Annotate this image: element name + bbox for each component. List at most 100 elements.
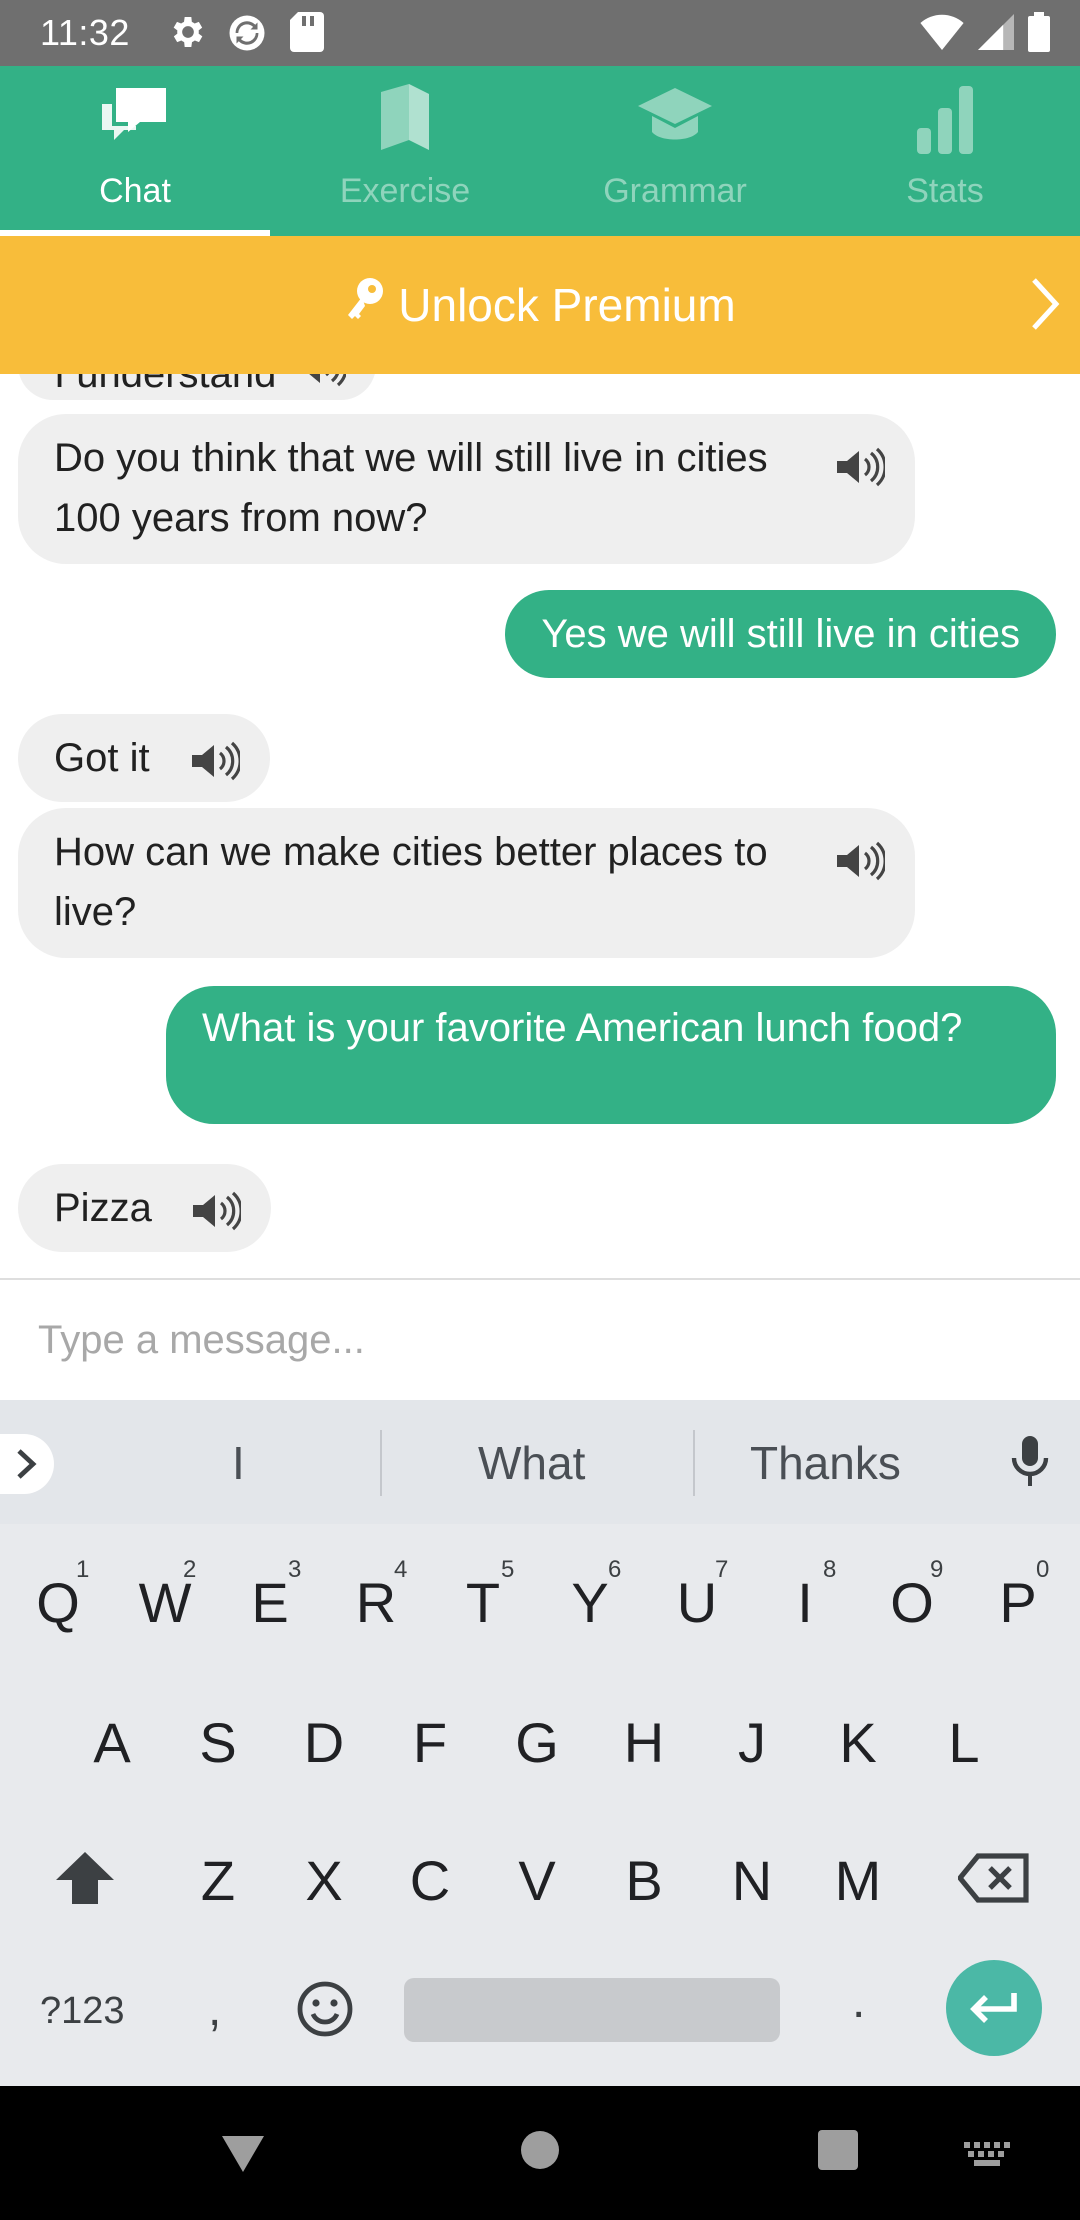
space-bar[interactable] (404, 1978, 780, 2042)
key-hint: 0 (1036, 1556, 1050, 1583)
period-key[interactable]: . (852, 1974, 865, 2029)
key-x[interactable]: X (284, 1848, 364, 1913)
key-hint: 5 (501, 1556, 515, 1583)
key-t[interactable]: T5 (443, 1556, 523, 1635)
speaker-icon[interactable] (835, 444, 887, 504)
tab-label: Stats (906, 172, 984, 210)
key-c[interactable]: C (390, 1848, 470, 1913)
key-y[interactable]: Y6 (550, 1556, 630, 1635)
key-hint: 4 (394, 1556, 408, 1583)
expand-toolbar-button[interactable] (0, 1434, 54, 1494)
key-a[interactable]: A (72, 1710, 152, 1775)
key-d[interactable]: D (284, 1710, 364, 1775)
key-z[interactable]: Z (178, 1848, 258, 1913)
signal-icon (978, 14, 1014, 55)
key-hint: 3 (288, 1556, 302, 1583)
key-n[interactable]: N (712, 1848, 792, 1913)
symbols-key[interactable]: ?123 (40, 1990, 125, 2033)
chat-message-bot: How can we make cities better places to … (18, 808, 915, 958)
speaker-icon[interactable] (190, 738, 242, 798)
key-p[interactable]: P0 (978, 1556, 1058, 1635)
back-icon[interactable] (220, 2130, 266, 2181)
key-m[interactable]: M (818, 1848, 898, 1913)
tab-label: Chat (99, 172, 171, 210)
settings-gear-icon (168, 12, 208, 57)
key-o[interactable]: O9 (872, 1556, 952, 1635)
home-icon[interactable] (520, 2130, 560, 2175)
key-hint: 8 (823, 1556, 837, 1583)
key-k[interactable]: K (818, 1710, 898, 1775)
key-s[interactable]: S (178, 1710, 258, 1775)
key-f[interactable]: F (390, 1710, 470, 1775)
keyboard-switch-icon[interactable] (964, 2142, 1010, 2171)
key-r[interactable]: R4 (336, 1556, 416, 1635)
chevron-right-icon (17, 1449, 37, 1479)
emoji-icon[interactable] (296, 1980, 354, 2043)
key-hint: 2 (183, 1556, 197, 1583)
tab-exercise[interactable]: Exercise (270, 66, 540, 236)
key-g[interactable]: G (497, 1710, 577, 1775)
premium-label: Unlock Premium (398, 279, 736, 331)
chat-bubbles-icon (100, 84, 170, 155)
key-l[interactable]: L (924, 1710, 1004, 1775)
message-text: Yes we will still live in cities (541, 612, 1020, 656)
key-e[interactable]: E3 (230, 1556, 310, 1635)
key-j[interactable]: J (712, 1710, 792, 1775)
sync-icon (226, 12, 268, 59)
chat-message-bot: Got it (18, 714, 270, 802)
book-icon (377, 84, 433, 159)
suggestion-item[interactable]: Thanks (750, 1436, 901, 1490)
key-h[interactable]: H (604, 1710, 684, 1775)
message-text: What is your favorite American lunch foo… (202, 1006, 963, 1050)
tab-grammar[interactable]: Grammar (540, 66, 810, 236)
key-b[interactable]: B (604, 1848, 684, 1913)
key-i[interactable]: I8 (765, 1556, 845, 1635)
key-letter: P (999, 1571, 1037, 1634)
chat-message-bot: Pizza (18, 1164, 271, 1252)
chat-message-bot: Do you think that we will still live in … (18, 414, 915, 564)
system-navigation-bar (0, 2086, 1080, 2220)
chat-message-user: Yes we will still live in cities (505, 590, 1056, 678)
tab-chat[interactable]: Chat (0, 66, 270, 236)
battery-icon (1028, 12, 1050, 57)
suggestion-item[interactable]: I (232, 1436, 245, 1490)
message-composer (0, 1278, 1080, 1400)
key-v[interactable]: V (497, 1848, 577, 1913)
message-input[interactable] (38, 1308, 1038, 1372)
tab-stats[interactable]: Stats (810, 66, 1080, 236)
suggestion-divider (693, 1430, 695, 1496)
enter-icon (970, 1993, 1017, 2023)
key-w[interactable]: W2 (125, 1556, 205, 1635)
chat-message-user: What is your favorite American lunch foo… (166, 986, 1056, 1124)
tab-bar: Chat Exercise Grammar Stats (0, 66, 1080, 236)
status-bar: 11:32 (0, 0, 1080, 66)
speaker-icon[interactable] (191, 1188, 243, 1248)
key-hint: 6 (608, 1556, 622, 1583)
unlock-premium-banner[interactable]: Unlock Premium (0, 236, 1080, 374)
chat-area: I understand Do you think that we will s… (0, 374, 1080, 1278)
key-letter: Y (571, 1571, 609, 1634)
comma-key[interactable]: , (208, 1982, 221, 2037)
key-letter: T (465, 1571, 501, 1634)
message-text: Do you think that we will still live in … (54, 436, 768, 540)
enter-button[interactable] (946, 1960, 1042, 2056)
wifi-icon (920, 14, 964, 55)
suggestion-item[interactable]: What (478, 1436, 585, 1490)
recents-icon[interactable] (818, 2130, 858, 2175)
backspace-icon[interactable] (956, 1852, 1030, 1909)
microphone-icon[interactable] (1010, 1436, 1050, 1493)
key-hint: 9 (930, 1556, 944, 1583)
key-q[interactable]: Q1 (18, 1556, 98, 1635)
on-screen-keyboard: I What Thanks Q1 W2 E3 R4 T5 Y6 U7 I8 O9… (0, 1400, 1080, 2086)
key-hint: 7 (715, 1556, 729, 1583)
speaker-icon[interactable] (296, 374, 348, 404)
key-u[interactable]: U7 (657, 1556, 737, 1635)
key-letter: Q (36, 1571, 80, 1634)
key-letter: O (890, 1571, 934, 1634)
sd-card-icon (290, 12, 324, 57)
message-text: How can we make cities better places to … (54, 830, 768, 934)
key-letter: E (251, 1571, 289, 1634)
speaker-icon[interactable] (835, 838, 887, 898)
chat-message-bot: I understand (18, 374, 377, 400)
shift-key-icon[interactable] (54, 1850, 116, 1911)
